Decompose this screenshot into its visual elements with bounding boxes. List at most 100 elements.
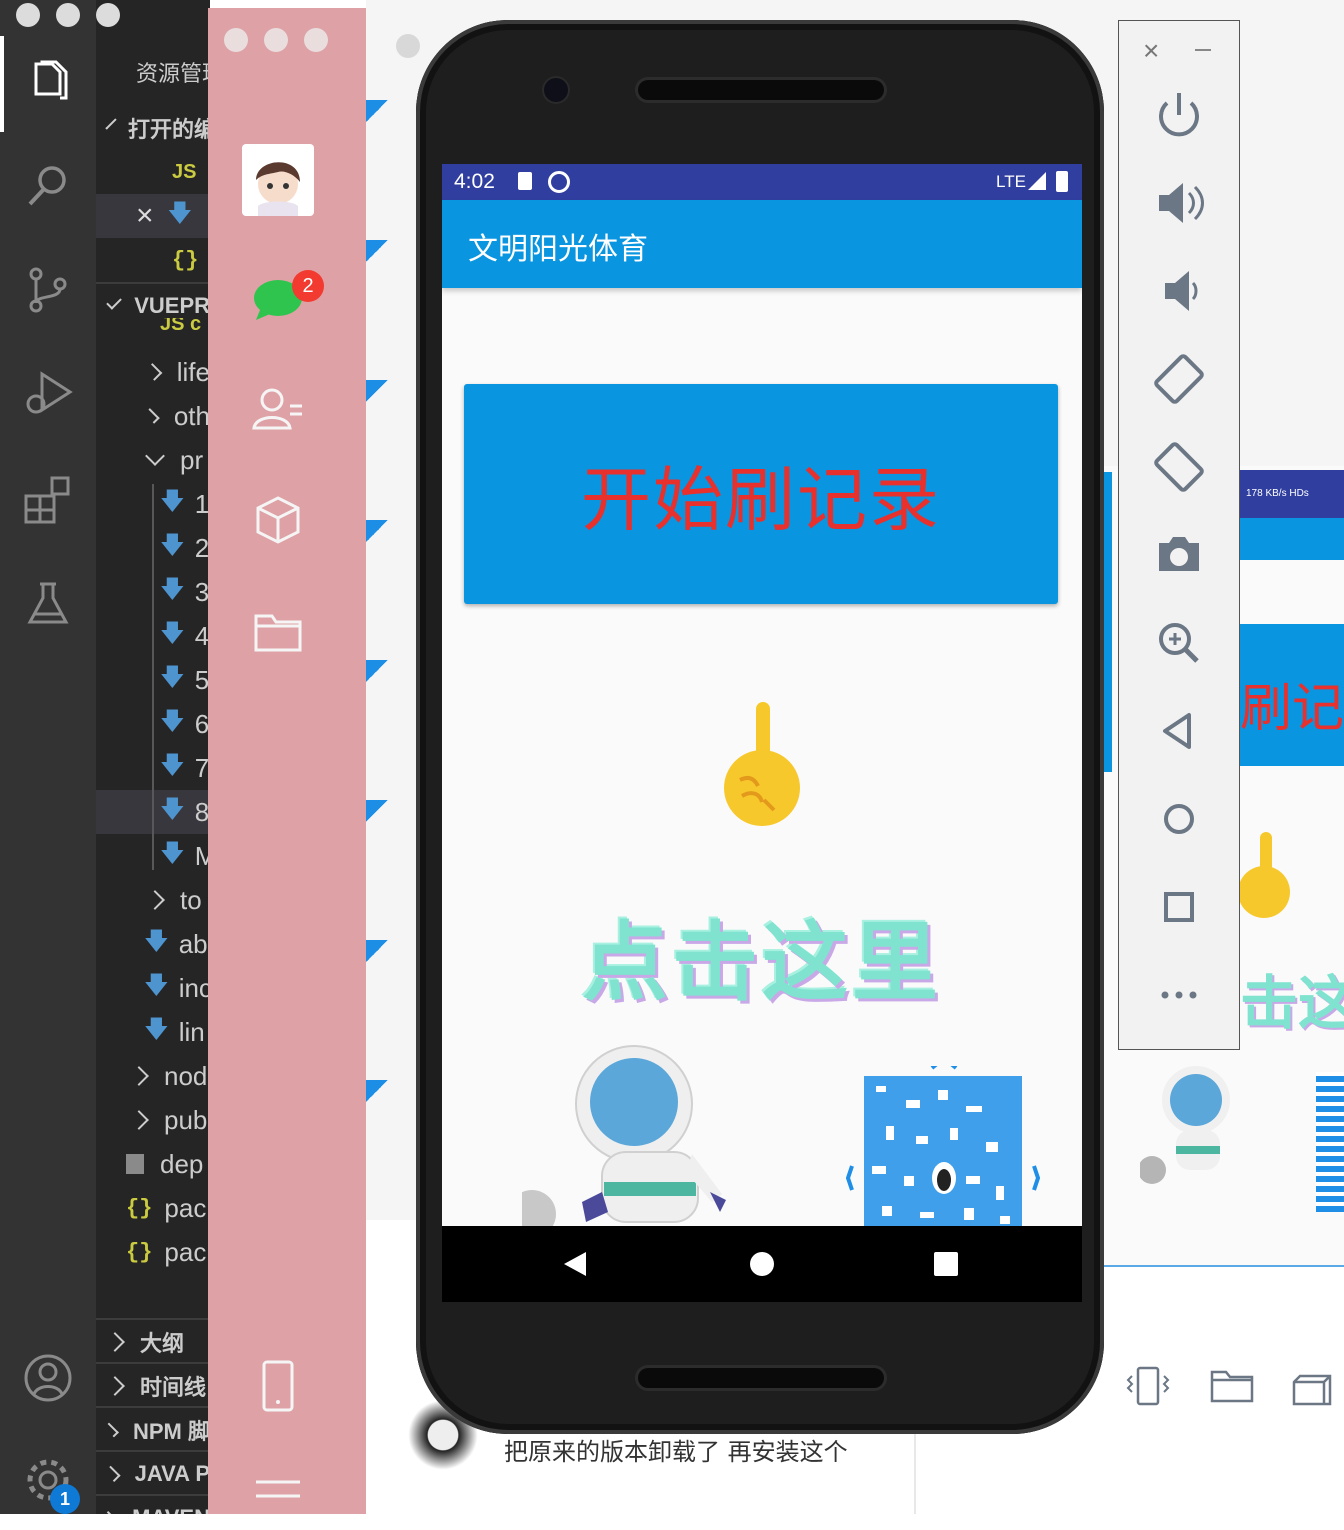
minimize-window-dot[interactable] (56, 3, 80, 27)
open-editors-header[interactable]: 打开的编 (96, 106, 210, 150)
volume-up-icon[interactable] (1149, 173, 1209, 233)
npm-scripts-section[interactable]: NPM 脚 (96, 1408, 210, 1452)
download-file-icon: 🡇 (160, 839, 185, 867)
folder-icon[interactable] (1208, 1362, 1256, 1410)
run-debug-icon[interactable] (22, 368, 74, 420)
close-window-dot[interactable] (224, 28, 248, 52)
close-icon[interactable]: × (136, 199, 154, 233)
tree-item[interactable]: {} pac (96, 1230, 210, 1274)
folder-icon[interactable] (250, 604, 306, 660)
menu-icon[interactable] (250, 1470, 306, 1526)
json-file-icon: {} (172, 247, 199, 273)
box-icon[interactable] (250, 492, 306, 548)
download-file-icon: 🡇 (144, 1015, 169, 1043)
camera-icon[interactable] (1149, 525, 1209, 585)
tree-item-label: 5 (194, 664, 210, 695)
tree-item-label: 2 (194, 532, 210, 563)
chevron-down-icon (145, 446, 165, 466)
tree-item[interactable]: 🡇 lin (96, 1010, 210, 1054)
tree-item[interactable]: pub (96, 1098, 210, 1142)
open-editor-item-json[interactable]: {} (96, 238, 210, 282)
download-file-icon: 🡇 (160, 575, 185, 603)
preview-progress-line (1104, 1265, 1344, 1267)
tree-item-label: 3 (194, 576, 210, 607)
open-editor-item-active[interactable]: × 🡇 (96, 194, 210, 238)
preview-start-button: 刷记 (1240, 624, 1344, 766)
tree-item[interactable]: oth (96, 394, 210, 438)
phone-screen: 4:02 LTE 文明阳光体育 开始刷记录 点击这里 (442, 164, 1082, 1302)
download-file-icon: 🡇 (160, 751, 185, 779)
tree-item-label: dep (160, 1148, 204, 1179)
json-file-icon: {} (126, 1195, 153, 1221)
tree-item-label: 6 (194, 708, 210, 739)
more-options-icon[interactable] (1149, 965, 1209, 1025)
section-label: NPM 脚 (132, 1419, 210, 1444)
tree-item[interactable]: 🡇 inc (96, 966, 210, 1010)
contacts-icon[interactable] (250, 382, 306, 438)
tree-item[interactable]: JS c (96, 318, 210, 340)
nav-home-icon[interactable] (750, 1252, 774, 1276)
signal-icon (1028, 172, 1046, 190)
user-avatar[interactable] (242, 144, 314, 216)
tree-item-label: pr (180, 444, 204, 475)
tree-item-label: life (176, 356, 210, 387)
chevron-right-icon (104, 1422, 119, 1438)
tree-item[interactable]: nod (96, 1054, 210, 1098)
cube-icon[interactable] (1290, 1362, 1338, 1410)
tree-item[interactable]: to (96, 878, 210, 922)
battery-icon (1056, 171, 1068, 192)
json-file-icon: {} (126, 1239, 153, 1265)
open-editor-item-js[interactable]: JS (96, 150, 210, 194)
volume-down-icon[interactable] (1149, 261, 1209, 321)
rotate-left-icon[interactable] (1149, 349, 1209, 409)
zoom-in-icon[interactable] (1149, 613, 1209, 673)
close-icon[interactable]: × (1143, 35, 1159, 67)
outline-section[interactable]: 大纲 (96, 1320, 210, 1364)
back-triangle-icon[interactable] (1149, 701, 1209, 761)
minimize-icon[interactable] (1195, 49, 1211, 51)
chevron-right-icon (145, 890, 165, 910)
timeline-section[interactable]: 时间线 (96, 1364, 210, 1408)
home-circle-icon[interactable] (1149, 789, 1209, 849)
maven-section[interactable]: MAVEN (96, 1496, 210, 1514)
explorer-icon[interactable] (22, 56, 74, 108)
tree-item[interactable]: 🡇 ab (96, 922, 210, 966)
tree-item-label: 4 (194, 620, 210, 651)
account-icon[interactable] (22, 1352, 74, 1404)
extensions-icon[interactable] (22, 474, 74, 526)
tree-item-label: 8 (194, 796, 210, 827)
source-control-icon[interactable] (22, 264, 74, 316)
tree-item[interactable]: pr (96, 438, 210, 482)
nav-recents-icon[interactable] (934, 1252, 958, 1276)
tree-item[interactable]: {} pac (96, 1186, 210, 1230)
click-here-text[interactable]: 点击这里 (442, 892, 1082, 1017)
unread-badge: 2 (292, 270, 324, 302)
maximize-window-dot[interactable] (304, 28, 328, 52)
message-marker (366, 520, 388, 542)
vibrate-phone-icon[interactable] (1124, 1362, 1172, 1410)
testing-flask-icon[interactable] (22, 578, 74, 630)
download-file-icon: 🡇 (167, 199, 193, 227)
overview-square-icon[interactable] (1149, 877, 1209, 937)
start-record-button[interactable]: 开始刷记录 (464, 384, 1058, 604)
tree-item-label: pac (164, 1236, 207, 1267)
search-icon[interactable] (22, 160, 74, 212)
nav-back-icon[interactable] (564, 1252, 586, 1276)
preview-app-bar (1240, 518, 1344, 560)
preview-status-bar: 178 KB/s HDs (1240, 470, 1344, 518)
minimize-window-dot[interactable] (264, 28, 288, 52)
rotate-right-icon[interactable] (1149, 437, 1209, 497)
power-icon[interactable] (1149, 85, 1209, 145)
tree-item[interactable]: life (96, 350, 210, 394)
download-file-icon: 🡇 (144, 927, 169, 955)
chat-app-sidebar: 2 (208, 8, 366, 1514)
sync-icon (548, 171, 570, 193)
close-window-dot[interactable] (16, 3, 40, 27)
phone-icon[interactable] (250, 1358, 306, 1414)
chevron-right-icon (105, 1376, 125, 1396)
java-projects-section[interactable]: JAVA P (96, 1452, 210, 1496)
tree-item[interactable]: dep (96, 1142, 210, 1186)
download-file-icon: 🡇 (160, 707, 185, 735)
download-file-icon: 🡇 (160, 619, 185, 647)
section-label: 大纲 (140, 1331, 185, 1356)
